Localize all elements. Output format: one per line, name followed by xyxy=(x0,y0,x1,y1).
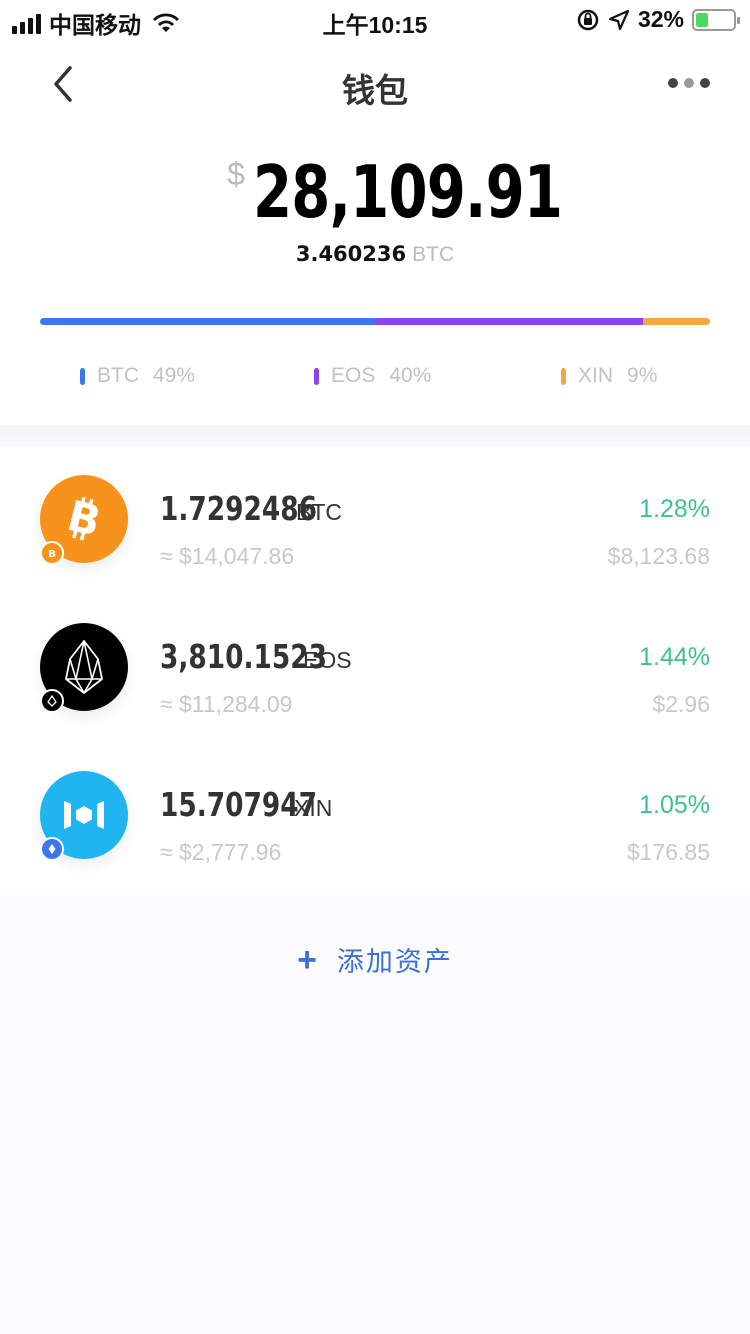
asset-amount-line: 15.707947 XIN xyxy=(160,785,332,824)
distribution-segment-eos xyxy=(375,318,643,325)
nav-header: 钱包 xyxy=(0,40,750,130)
asset-amount: 15.707947 xyxy=(160,785,317,824)
plus-icon: + xyxy=(297,940,317,979)
status-bar: 中国移动 上午10:15 32% xyxy=(0,0,750,40)
asset-amount: 1.7292486 xyxy=(160,489,317,528)
legend-item-xin: XIN 9% xyxy=(561,364,657,388)
wallet-summary: $ 28,109.91 3.460236 BTC BTC 49% EOS 40% … xyxy=(0,130,750,425)
legend-percent: 9% xyxy=(627,364,658,387)
more-dots-icon xyxy=(668,78,678,88)
btc-total-unit: BTC xyxy=(412,243,455,266)
battery-icon xyxy=(692,8,740,31)
asset-row-xin[interactable]: 15.707947 XIN ≈ $2,777.96 1.05% $176.85 xyxy=(0,743,750,891)
asset-price: $2.96 xyxy=(652,691,710,717)
status-right: 32% xyxy=(576,6,740,33)
total-balance: $ 28,109.91 xyxy=(0,150,750,234)
legend-item-eos: EOS 40% xyxy=(314,364,431,388)
rotation-lock-icon xyxy=(577,9,599,30)
legend-symbol: EOS xyxy=(331,364,376,387)
asset-change: 1.44% xyxy=(639,643,710,671)
asset-fiat-value: ≈ $11,284.09 xyxy=(160,691,293,717)
distribution-segment-xin xyxy=(643,318,710,325)
asset-amount-line: 1.7292486 BTC xyxy=(160,489,342,528)
chain-badge-icon xyxy=(40,837,64,861)
asset-fiat-value: ≈ $14,047.86 xyxy=(160,543,295,569)
battery-fill xyxy=(696,12,708,27)
asset-amount: 3,810.1523 xyxy=(160,637,328,676)
more-button[interactable] xyxy=(668,78,710,88)
page-title: 钱包 xyxy=(342,72,408,109)
asset-amount-line: 3,810.1523 EOS xyxy=(160,637,352,676)
legend-item-btc: BTC 49% xyxy=(80,364,195,388)
legend-marker xyxy=(561,367,566,385)
add-asset-button[interactable]: + 添加资产 xyxy=(0,940,750,979)
legend-marker xyxy=(80,367,85,385)
asset-change: 1.05% xyxy=(639,791,710,819)
asset-price: $176.85 xyxy=(626,839,710,865)
svg-text:B: B xyxy=(48,549,56,559)
asset-row-btc[interactable]: B B 1.7292486 BTC ≈ $14,047.86 1.28% $8,… xyxy=(0,447,750,595)
legend-percent: 40% xyxy=(389,364,432,387)
asset-row-eos[interactable]: 3,810.1523 EOS ≈ $11,284.09 1.44% $2.96 xyxy=(0,595,750,743)
legend-percent: 49% xyxy=(153,364,196,387)
currency-symbol: $ xyxy=(227,156,245,192)
legend-marker xyxy=(314,367,319,385)
chain-badge-icon xyxy=(40,689,64,713)
distribution-bar xyxy=(40,318,710,325)
asset-fiat-value: ≈ $2,777.96 xyxy=(160,839,282,865)
location-icon xyxy=(608,9,630,30)
section-divider xyxy=(0,425,750,447)
battery-percent: 32% xyxy=(637,6,684,32)
distribution-legend: BTC 49% EOS 40% XIN 9% xyxy=(0,364,750,394)
legend-symbol: BTC xyxy=(97,364,139,387)
asset-list: B B 1.7292486 BTC ≈ $14,047.86 1.28% $8,… xyxy=(0,447,750,895)
add-asset-label: 添加资产 xyxy=(336,947,453,977)
chain-badge-icon: B xyxy=(40,541,64,565)
btc-total: 3.460236 BTC xyxy=(0,242,750,267)
asset-change: 1.28% xyxy=(639,495,710,523)
asset-price: $8,123.68 xyxy=(607,543,710,569)
distribution-segment-btc xyxy=(40,318,375,325)
total-value: 28,109.91 xyxy=(252,150,563,234)
btc-total-amount: 3.460236 xyxy=(295,242,407,266)
legend-symbol: XIN xyxy=(578,364,614,387)
